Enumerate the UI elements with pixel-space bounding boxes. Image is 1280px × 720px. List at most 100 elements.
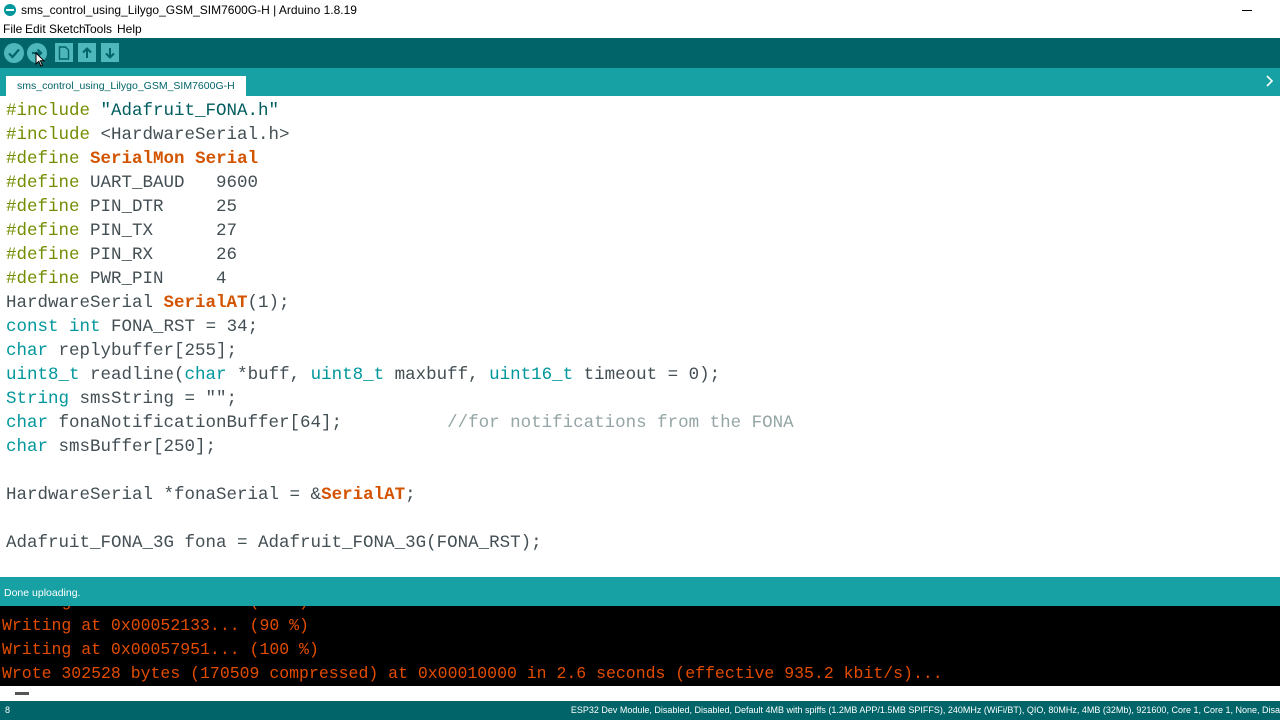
code-line: #define PIN_RX 26 <box>6 243 237 267</box>
code-token: "Adafruit_FONA.h" <box>100 101 280 121</box>
code-token: timeout = 0); <box>573 365 721 385</box>
menu-bar: File Edit Sketch Tools Help <box>0 21 1280 38</box>
code-line: String smsString = ""; <box>6 387 237 411</box>
tab-sketch[interactable]: sms_control_using_Lilygo_GSM_SIM7600G-H <box>6 76 246 96</box>
code-token: #define <box>6 269 80 289</box>
verify-button[interactable] <box>4 43 24 63</box>
menu-help[interactable]: Help <box>117 22 142 36</box>
tab-strip: sms_control_using_Lilygo_GSM_SIM7600G-H <box>0 68 1280 96</box>
tab-menu-icon[interactable] <box>1266 74 1274 88</box>
code-token: #define <box>6 149 80 169</box>
code-line: #define PWR_PIN 4 <box>6 267 227 291</box>
line-number: 8 <box>5 705 11 715</box>
code-line: #define UART_BAUD 9600 <box>6 171 258 195</box>
code-token: #define <box>6 197 80 217</box>
code-line: Adafruit_FONA_3G fona = Adafruit_FONA_3G… <box>6 531 542 555</box>
scrollbar-thumb[interactable] <box>15 692 29 695</box>
code-token: char <box>6 413 49 433</box>
code-token: String <box>6 389 70 409</box>
code-token: #define <box>6 245 80 265</box>
arduino-logo-icon <box>4 4 16 16</box>
code-token: ; <box>405 485 416 505</box>
code-line: #define PIN_TX 27 <box>6 219 237 243</box>
code-line: const int FONA_RST = 34; <box>6 315 258 339</box>
code-token: fonaNotificationBuffer[64]; <box>48 413 448 433</box>
code-line: char replybuffer[255]; <box>6 339 237 363</box>
code-line: HardwareSerial *fonaSerial = &SerialAT; <box>6 483 416 507</box>
menu-file[interactable]: File <box>3 22 22 36</box>
console-line: Wrote 302528 bytes (170509 compressed) a… <box>2 664 943 683</box>
code-token: char <box>6 341 49 361</box>
code-line: HardwareSerial SerialAT(1); <box>6 291 290 315</box>
code-token: Adafruit_FONA_3G fona = Adafruit_FONA_3G… <box>6 533 542 553</box>
minimize-button[interactable] <box>1240 4 1254 16</box>
footer-bar: 8 ESP32 Dev Module, Disabled, Disabled, … <box>0 701 1280 720</box>
code-token: readline( <box>79 365 185 385</box>
code-line: char smsBuffer[250]; <box>6 435 216 459</box>
save-sketch-button[interactable] <box>101 43 119 62</box>
code-token: HardwareSerial *fonaSerial = & <box>6 485 322 505</box>
code-token: replybuffer[255]; <box>48 341 238 361</box>
code-token: UART_BAUD 9600 <box>79 173 259 193</box>
code-token: char <box>6 437 49 457</box>
code-token: (1); <box>247 293 290 313</box>
console-output: Writing at 0x0004ccd2... (81 %) Writing a… <box>0 606 1280 686</box>
code-token: #include <box>6 125 91 145</box>
code-token: #define <box>6 173 80 193</box>
code-token: PIN_TX 27 <box>79 221 238 241</box>
menu-edit[interactable]: Edit <box>25 22 46 36</box>
title-bar: sms_control_using_Lilygo_GSM_SIM7600G-H … <box>0 0 1280 21</box>
verify-icon <box>8 48 20 59</box>
console-line: Writing at 0x00052133... (90 %) <box>2 616 309 635</box>
console-line: Writing at 0x00057951... (100 %) <box>2 640 319 659</box>
mouse-cursor-icon <box>35 52 45 67</box>
arrow-up-icon <box>82 46 92 58</box>
new-file-icon <box>58 45 70 60</box>
open-sketch-button[interactable] <box>78 43 96 62</box>
menu-tools[interactable]: Tools <box>84 22 112 36</box>
code-token: FONA_RST = 34; <box>100 317 259 337</box>
code-line: #include <HardwareSerial.h> <box>6 123 290 147</box>
code-token: SerialAT <box>321 485 406 505</box>
code-line: #define SerialMon Serial <box>6 147 258 171</box>
code-token: PIN_DTR 25 <box>79 197 238 217</box>
code-token: SerialAT <box>163 293 248 313</box>
board-info: ESP32 Dev Module, Disabled, Disabled, De… <box>570 705 1280 715</box>
code-line: char fonaNotificationBuffer[64]; //for n… <box>6 411 794 435</box>
code-token: //for notifications from the FONA <box>447 413 794 433</box>
menu-sketch[interactable]: Sketch <box>49 22 86 36</box>
new-sketch-button[interactable] <box>55 43 73 62</box>
arrow-down-icon <box>105 47 115 59</box>
code-token: smsString = ""; <box>69 389 238 409</box>
code-token: smsBuffer[250]; <box>48 437 217 457</box>
code-token: const <box>6 317 59 337</box>
status-message: Done uploading. <box>4 587 81 599</box>
code-token: <HardwareSerial.h> <box>90 125 290 145</box>
code-editor[interactable]: #include "Adafruit_FONA.h" #include <Hard… <box>0 96 1280 576</box>
code-token: uint16_t <box>489 365 574 385</box>
code-token: #include <box>6 101 91 121</box>
code-line: #include "Adafruit_FONA.h" <box>6 99 279 123</box>
code-token: *buff, <box>226 365 311 385</box>
code-token: maxbuff, <box>384 365 490 385</box>
code-token: uint8_t <box>310 365 385 385</box>
toolbar <box>0 38 1280 68</box>
code-token: SerialMon <box>90 149 185 169</box>
code-token: char <box>184 365 227 385</box>
code-line: uint8_t readline(char *buff, uint8_t max… <box>6 363 720 387</box>
code-token: Serial <box>195 149 259 169</box>
code-line: #define PIN_DTR 25 <box>6 195 237 219</box>
code-token: PWR_PIN 4 <box>79 269 227 289</box>
console-horizontal-scrollbar[interactable] <box>0 686 1280 701</box>
code-token: PIN_RX 26 <box>79 245 238 265</box>
code-token: HardwareSerial <box>6 293 164 313</box>
console-line: Writing at 0x0004ccd2... (81 %) <box>2 606 309 614</box>
status-bar: Done uploading. <box>0 577 1280 606</box>
window-title: sms_control_using_Lilygo_GSM_SIM7600G-H … <box>21 3 357 17</box>
code-token: uint8_t <box>6 365 80 385</box>
code-token: #define <box>6 221 80 241</box>
